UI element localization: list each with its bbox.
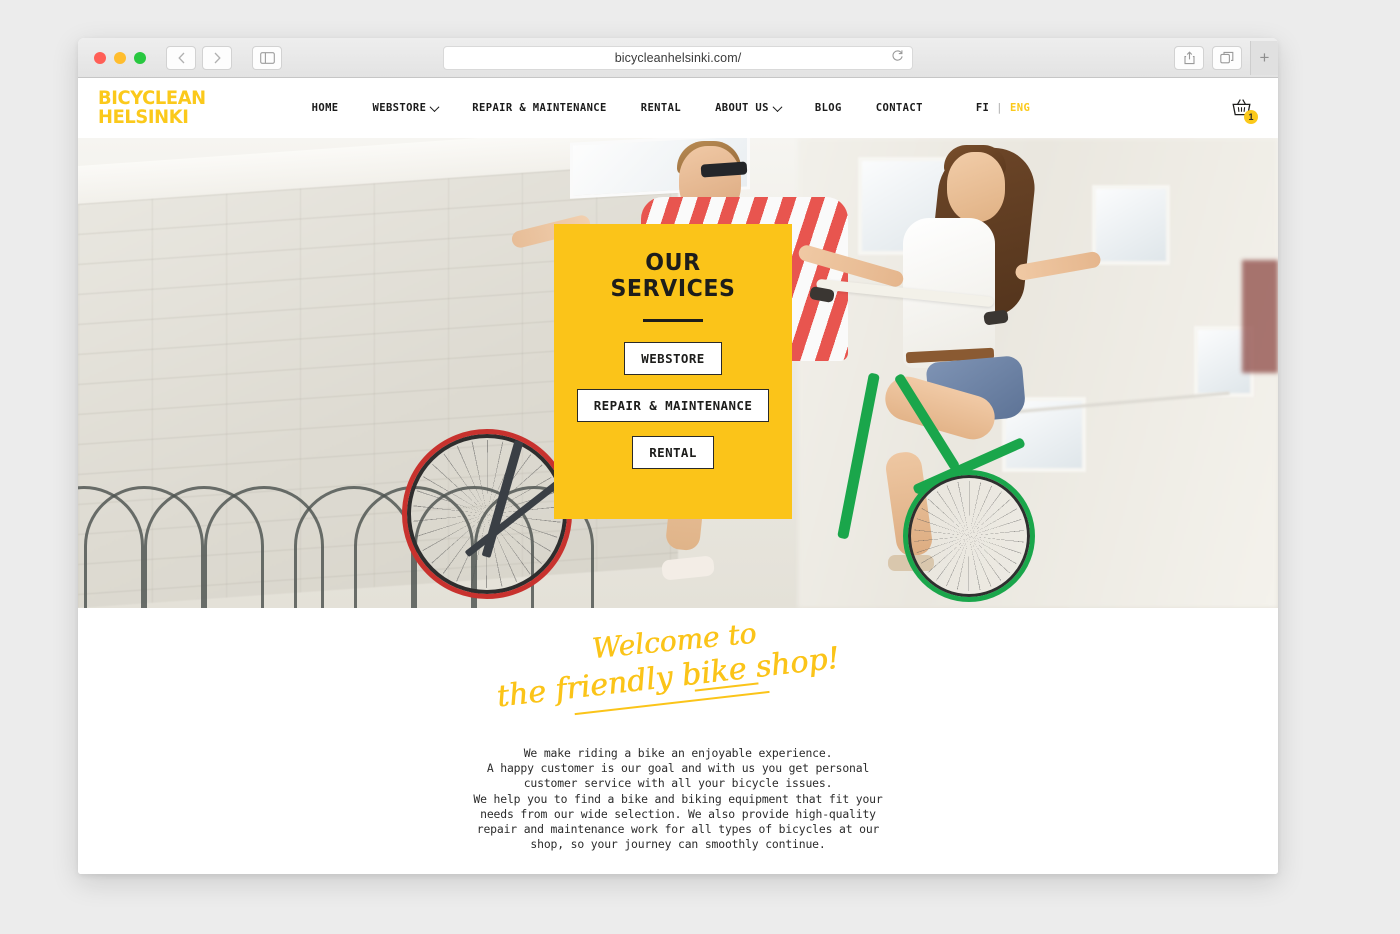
nav-label: BLOG — [814, 102, 842, 114]
services-title-line-2: SERVICES — [610, 276, 736, 302]
language-separator: | — [996, 102, 1003, 114]
toolbar-right-actions: + — [1174, 40, 1278, 75]
nav-item-rental[interactable]: RENTAL — [624, 102, 698, 114]
address-bar-container: bicycleanhelsinki.com/ — [443, 45, 913, 70]
welcome-paragraph: We make riding a bike an enjoyable exper… — [78, 746, 1278, 852]
nav-item-about-us[interactable]: ABOUT US — [698, 101, 798, 114]
paragraph-line: We help you to find a bike and biking eq… — [473, 791, 883, 806]
nav-item-webstore[interactable]: WEBSTORE — [356, 101, 456, 114]
language-switcher: FI | ENG — [976, 102, 1030, 114]
navigation-buttons — [166, 45, 282, 70]
bicycle-frame — [837, 372, 881, 540]
handlebar-grip — [983, 308, 1010, 326]
chevron-right-icon — [214, 52, 221, 63]
paragraph-line: needs from our wide selection. We also p… — [480, 806, 876, 821]
paragraph-line: customer service with all your bicycle i… — [523, 776, 833, 791]
nav-item-home[interactable]: HOME — [295, 102, 356, 114]
rental-button[interactable]: RENTAL — [632, 435, 714, 469]
paragraph-line: shop, so your journey can smoothly conti… — [530, 837, 826, 852]
hero-section: OUR SERVICES WEBSTORE REPAIR & MAINTENAN… — [78, 138, 1278, 608]
main-navigation: HOME WEBSTORE REPAIR & MAINTENANCE RENTA… — [295, 101, 1031, 114]
sidebar-toggle-button[interactable] — [252, 45, 282, 70]
nav-item-blog[interactable]: BLOG — [798, 102, 859, 114]
paragraph-line: A happy customer is our goal and with us… — [486, 761, 870, 776]
logo-line-2: HELSINKI — [98, 106, 189, 128]
our-services-card: OUR SERVICES WEBSTORE REPAIR & MAINTENAN… — [554, 224, 792, 519]
services-title-line-1: OUR — [645, 250, 701, 276]
chevron-left-icon — [177, 52, 184, 63]
sidebar-toggle-icon — [259, 51, 275, 64]
close-window-button[interactable] — [94, 51, 106, 64]
nav-label: REPAIR & MAINTENANCE — [472, 102, 607, 114]
cart-count-badge: 1 — [1244, 110, 1258, 124]
new-tab-button[interactable]: + — [1250, 40, 1278, 75]
wheel-spokes — [914, 481, 1025, 592]
tab-overview-button[interactable] — [1212, 45, 1242, 70]
language-option-fi[interactable]: FI — [976, 102, 989, 114]
browser-window: bicycleanhelsinki.com/ + BICYCLEAN HELSI… — [78, 38, 1278, 874]
cart-button[interactable]: 1 — [1226, 93, 1258, 124]
site-header: BICYCLEAN HELSINKI HOME WEBSTORE REPAIR … — [78, 78, 1278, 138]
welcome-headline: Welcome to the friendly bike shop! — [78, 608, 1278, 718]
nav-label: WEBSTORE — [372, 102, 427, 114]
nav-item-repair-maintenance[interactable]: REPAIR & MAINTENANCE — [455, 102, 623, 114]
welcome-section: Welcome to the friendly bike shop! We ma… — [78, 608, 1278, 874]
language-option-eng[interactable]: ENG — [1010, 102, 1030, 114]
title-divider — [643, 319, 703, 322]
maximize-window-button[interactable] — [134, 51, 146, 64]
forward-button[interactable] — [202, 45, 232, 70]
bicycle-wheel — [402, 428, 572, 599]
bicycle-wheel — [903, 470, 1036, 603]
paragraph-line: We make riding a bike an enjoyable exper… — [523, 746, 833, 760]
browser-toolbar: bicycleanhelsinki.com/ + — [78, 38, 1278, 78]
nav-label: RENTAL — [640, 102, 682, 114]
tab-overview-icon — [1220, 51, 1234, 64]
head — [946, 151, 1005, 222]
webstore-button[interactable]: WEBSTORE — [624, 341, 722, 375]
services-title: OUR SERVICES — [559, 250, 787, 302]
chevron-down-icon — [429, 101, 440, 112]
share-button[interactable] — [1174, 45, 1204, 70]
url-text: bicycleanhelsinki.com/ — [614, 50, 742, 65]
site-logo[interactable]: BICYCLEAN HELSINKI — [98, 89, 206, 127]
nav-item-contact[interactable]: CONTACT — [859, 102, 940, 114]
chevron-down-icon — [772, 101, 783, 112]
services-buttons: WEBSTORE REPAIR & MAINTENANCE RENTAL — [554, 341, 792, 469]
nav-label: ABOUT US — [715, 102, 769, 114]
address-bar[interactable]: bicycleanhelsinki.com/ — [443, 45, 913, 70]
share-icon — [1183, 50, 1195, 64]
back-button[interactable] — [166, 45, 196, 70]
nav-label: HOME — [311, 102, 339, 114]
window-controls — [94, 51, 146, 64]
wheel-spokes — [413, 439, 561, 588]
repair-maintenance-button[interactable]: REPAIR & MAINTENANCE — [576, 388, 770, 422]
arm — [1014, 250, 1103, 281]
reload-icon — [892, 49, 903, 61]
female-cyclist — [796, 142, 1134, 603]
paragraph-line: repair and maintenance work for all type… — [476, 822, 880, 837]
nav-label: CONTACT — [875, 102, 923, 114]
web-page: BICYCLEAN HELSINKI HOME WEBSTORE REPAIR … — [78, 78, 1278, 874]
red-door-decor — [1242, 260, 1278, 373]
minimize-window-button[interactable] — [114, 51, 126, 64]
reload-button[interactable] — [891, 49, 904, 67]
